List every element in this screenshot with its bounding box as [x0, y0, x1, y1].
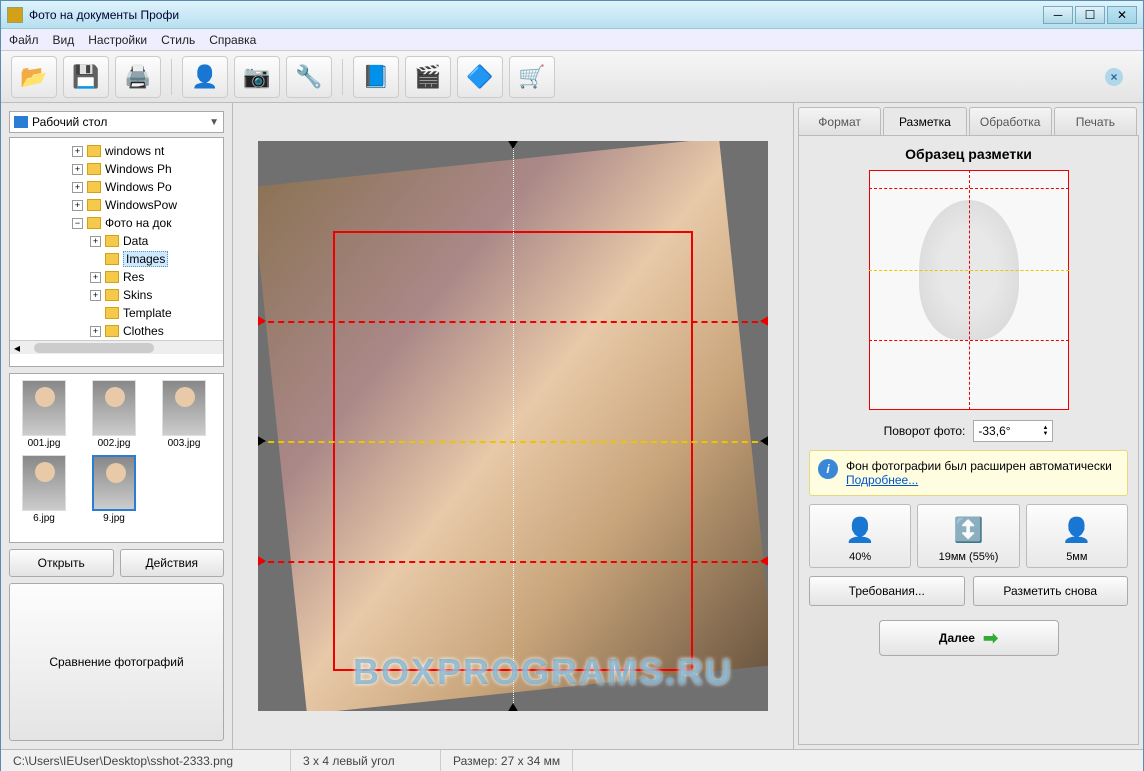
thumbnail[interactable]: 001.jpg — [16, 380, 72, 449]
minimize-button[interactable]: ─ — [1043, 6, 1073, 24]
remark-button[interactable]: Разметить снова — [973, 576, 1129, 606]
save-button[interactable]: 💾 — [63, 56, 109, 98]
info-text: Фон фотографии был расширен автоматическ… — [846, 459, 1112, 473]
rotate-label: Поворот фото: — [884, 424, 966, 438]
canvas-area: BOXPROGRAMS.RU — [233, 103, 793, 749]
tree-item[interactable]: −Фото на док — [10, 214, 223, 232]
metric-margin[interactable]: 👤5мм — [1026, 504, 1128, 568]
photo-canvas[interactable] — [258, 141, 768, 711]
markup-sample — [869, 170, 1069, 410]
tree-item[interactable]: Template — [10, 304, 223, 322]
arrow-right-icon: ➡ — [983, 628, 998, 649]
edit-button[interactable]: 🔧 — [286, 56, 332, 98]
marker-icon[interactable] — [258, 315, 266, 327]
toolbar-separator — [342, 59, 343, 95]
compare-button[interactable]: Сравнение фотографий — [9, 583, 224, 741]
head-top-icon: ↕️ — [954, 509, 984, 551]
sidebar: Рабочий стол ▼ +windows nt +Windows Ph +… — [1, 103, 233, 749]
thumbnail-selected[interactable]: 9.jpg — [86, 455, 142, 524]
tab-markup[interactable]: Разметка — [883, 107, 966, 135]
tree-item[interactable]: +Windows Po — [10, 178, 223, 196]
help-button[interactable]: 📘 — [353, 56, 399, 98]
next-label: Далее — [939, 631, 975, 645]
window-title: Фото на документы Профи — [29, 8, 1043, 22]
status-path: C:\Users\IEUser\Desktop\sshot-2333.png — [1, 750, 291, 771]
tab-print[interactable]: Печать — [1054, 107, 1137, 135]
print-button[interactable]: 🖨️ — [115, 56, 161, 98]
open-button[interactable]: Открыть — [9, 549, 114, 577]
tab-bar: Формат Разметка Обработка Печать — [794, 103, 1143, 135]
status-corner: 3 x 4 левый угол — [291, 750, 441, 771]
sample-title: Образец разметки — [809, 146, 1128, 162]
video-button[interactable]: 🎬 — [405, 56, 451, 98]
camera-button[interactable]: 📷 — [234, 56, 280, 98]
thumbnail-grid: 001.jpg 002.jpg 003.jpg 6.jpg 9.jpg — [9, 373, 224, 543]
titlebar: Фото на документы Профи ─ ☐ ✕ — [1, 1, 1143, 29]
right-panel: Формат Разметка Обработка Печать Образец… — [793, 103, 1143, 749]
margin-icon: 👤 — [1062, 509, 1092, 551]
web-button[interactable]: 🔷 — [457, 56, 503, 98]
tree-item-selected[interactable]: Images — [10, 250, 223, 268]
thumbnail[interactable]: 002.jpg — [86, 380, 142, 449]
desktop-icon — [14, 116, 28, 128]
marker-icon[interactable] — [258, 555, 266, 567]
menu-file[interactable]: Файл — [9, 33, 39, 47]
menubar: Файл Вид Настройки Стиль Справка — [1, 29, 1143, 51]
info-message: i Фон фотографии был расширен автоматиче… — [809, 450, 1128, 496]
chevron-down-icon: ▼ — [209, 117, 219, 128]
tree-item[interactable]: +windows nt — [10, 142, 223, 160]
clothes-button[interactable]: 👤 — [182, 56, 228, 98]
requirements-button[interactable]: Требования... — [809, 576, 965, 606]
menu-settings[interactable]: Настройки — [88, 33, 147, 47]
menu-help[interactable]: Справка — [209, 33, 256, 47]
marker-icon[interactable] — [507, 703, 519, 711]
toolbar-separator — [171, 59, 172, 95]
marker-icon[interactable] — [760, 555, 768, 567]
marker-icon[interactable] — [258, 435, 266, 447]
tree-item[interactable]: +Skins — [10, 286, 223, 304]
marker-icon[interactable] — [507, 141, 519, 149]
rotate-value: -33,6° — [978, 424, 1010, 438]
marker-icon[interactable] — [760, 315, 768, 327]
close-button[interactable]: ✕ — [1107, 6, 1137, 24]
rotate-input[interactable]: -33,6° ▲▼ — [973, 420, 1053, 442]
tree-item[interactable]: +Res — [10, 268, 223, 286]
menu-view[interactable]: Вид — [53, 33, 75, 47]
spin-down-icon[interactable]: ▼ — [1042, 431, 1048, 437]
thumbnail[interactable]: 6.jpg — [16, 455, 72, 524]
next-button[interactable]: Далее ➡ — [879, 620, 1059, 656]
location-label: Рабочий стол — [32, 115, 107, 129]
folder-tree[interactable]: +windows nt +Windows Ph +Windows Po +Win… — [9, 137, 224, 367]
tree-item[interactable]: +Clothes — [10, 322, 223, 340]
tab-format[interactable]: Формат — [798, 107, 881, 135]
maximize-button[interactable]: ☐ — [1075, 6, 1105, 24]
tree-item[interactable]: +Data — [10, 232, 223, 250]
status-size: Размер: 27 x 34 мм — [441, 750, 573, 771]
head-icon: 👤 — [845, 509, 875, 551]
info-icon: i — [818, 459, 838, 479]
app-icon — [7, 7, 23, 23]
toolbar: 📂 💾 🖨️ 👤 📷 🔧 📘 🎬 🔷 🛒 × — [1, 51, 1143, 103]
tree-item[interactable]: +WindowsPow — [10, 196, 223, 214]
tree-scrollbar[interactable]: ◂ — [10, 340, 223, 354]
marker-icon[interactable] — [760, 435, 768, 447]
tab-process[interactable]: Обработка — [969, 107, 1052, 135]
open-folder-button[interactable]: 📂 — [11, 56, 57, 98]
tree-item[interactable]: +Windows Ph — [10, 160, 223, 178]
info-link[interactable]: Подробнее... — [846, 473, 918, 487]
metric-head-top[interactable]: ↕️19мм (55%) — [917, 504, 1019, 568]
metric-head-size[interactable]: 👤40% — [809, 504, 911, 568]
thumbnail[interactable]: 003.jpg — [156, 380, 212, 449]
close-panel-icon[interactable]: × — [1105, 68, 1123, 86]
location-dropdown[interactable]: Рабочий стол ▼ — [9, 111, 224, 133]
actions-button[interactable]: Действия — [120, 549, 225, 577]
statusbar: C:\Users\IEUser\Desktop\sshot-2333.png 3… — [1, 749, 1143, 771]
menu-style[interactable]: Стиль — [161, 33, 195, 47]
photo-image — [258, 141, 768, 711]
cart-button[interactable]: 🛒 — [509, 56, 555, 98]
